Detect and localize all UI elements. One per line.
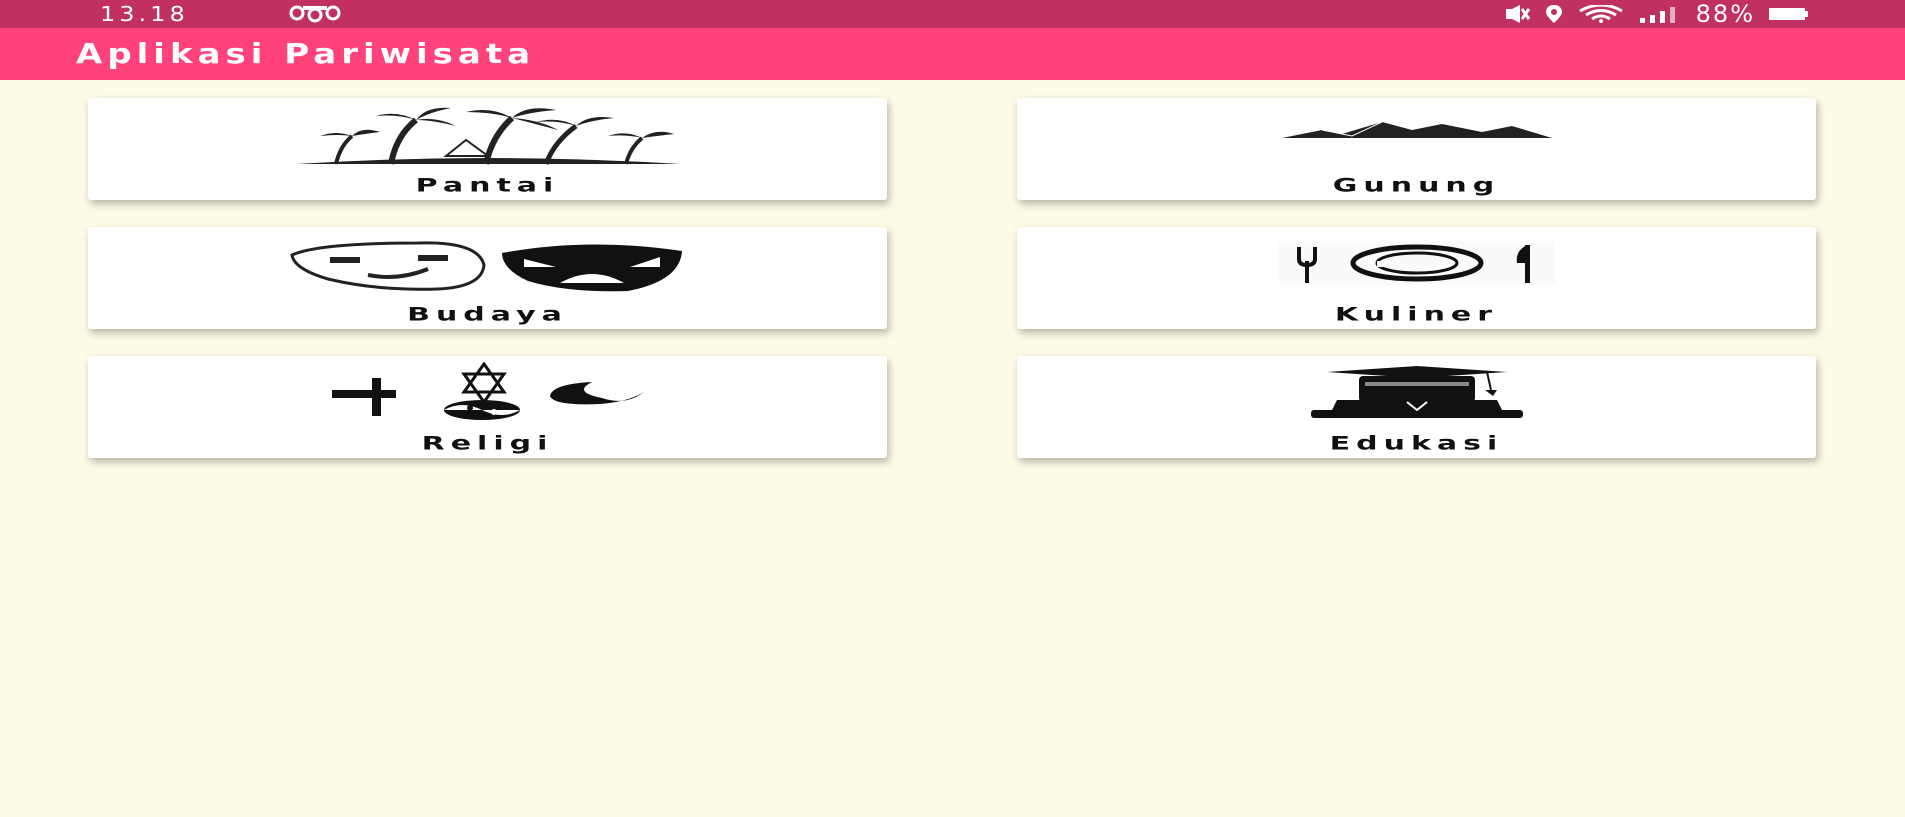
wifi-icon [1578,5,1624,23]
battery-icon [1769,6,1809,22]
status-time: 13.18 [100,2,189,26]
status-bar: 13.18 88% [0,0,1905,28]
religious-symbols-icon [331,362,644,420]
category-card-gunung[interactable]: Gunung [1017,98,1816,200]
category-card-kuliner[interactable]: Kuliner [1017,227,1816,329]
app-notification-icon [285,4,349,24]
category-label: Religi [421,432,554,455]
category-card-edukasi[interactable]: Edukasi [1017,356,1816,458]
signal-icon [1638,5,1682,23]
palm-tree-beach-icon [295,107,680,165]
theater-masks-icon [289,241,682,292]
mountain-icon [1281,121,1552,138]
battery-percentage: 88% [1695,0,1755,28]
app-title: Aplikasi Pariwisata [76,38,536,70]
category-label: Budaya [407,303,568,326]
category-label: Pantai [415,174,560,197]
category-label: Kuliner [1334,303,1499,326]
category-label: Edukasi [1329,432,1504,455]
category-card-budaya[interactable]: Budaya [88,227,887,329]
app-bar: Aplikasi Pariwisata [0,28,1905,80]
graduation-books-icon [1310,366,1523,418]
plate-cutlery-icon [1278,241,1555,285]
mute-icon [1504,5,1530,23]
category-label: Gunung [1332,174,1501,197]
location-icon [1544,5,1564,23]
category-card-religi[interactable]: Religi [88,356,887,458]
category-card-pantai[interactable]: Pantai [88,98,887,200]
